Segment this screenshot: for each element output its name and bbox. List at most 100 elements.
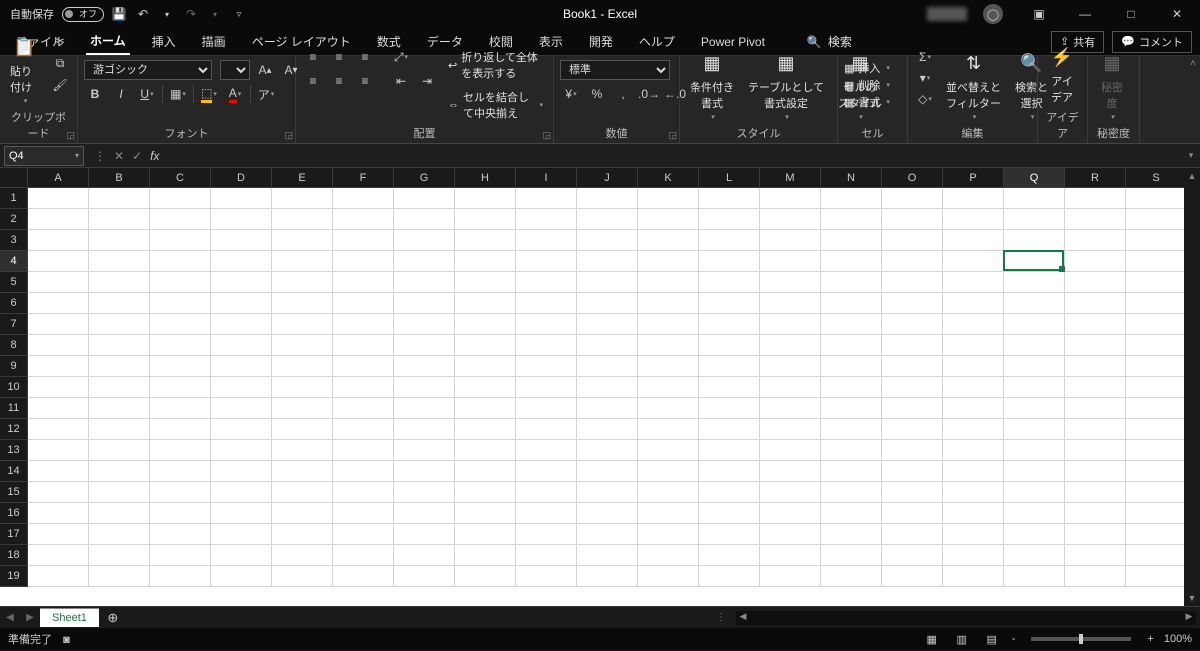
cell-F10[interactable] bbox=[333, 377, 394, 398]
cell-B16[interactable] bbox=[89, 503, 150, 524]
cell-K14[interactable] bbox=[638, 461, 699, 482]
cell-J9[interactable] bbox=[577, 356, 638, 377]
cell-E15[interactable] bbox=[272, 482, 333, 503]
cell-R6[interactable] bbox=[1065, 293, 1126, 314]
row-header-17[interactable]: 17 bbox=[0, 524, 28, 545]
cell-H12[interactable] bbox=[455, 419, 516, 440]
sort-filter-button[interactable]: ⇅並べ替えと フィルター▾ bbox=[942, 47, 1005, 123]
col-header-I[interactable]: I bbox=[516, 168, 577, 188]
cell-P1[interactable] bbox=[943, 188, 1004, 209]
cell-Q3[interactable] bbox=[1004, 230, 1065, 251]
font-name-select[interactable]: 游ゴシック bbox=[84, 60, 212, 80]
cell-H10[interactable] bbox=[455, 377, 516, 398]
cell-J4[interactable] bbox=[577, 251, 638, 272]
font-dialog-launcher[interactable]: ◲ bbox=[284, 130, 293, 141]
sheet-nav-prev[interactable]: ◀ bbox=[0, 612, 20, 623]
cell-G6[interactable] bbox=[394, 293, 455, 314]
cell-B19[interactable] bbox=[89, 566, 150, 587]
cell-R11[interactable] bbox=[1065, 398, 1126, 419]
cell-S6[interactable] bbox=[1126, 293, 1187, 314]
cell-P11[interactable] bbox=[943, 398, 1004, 419]
cell-F9[interactable] bbox=[333, 356, 394, 377]
cell-C14[interactable] bbox=[150, 461, 211, 482]
zoom-in-icon[interactable]: + bbox=[1147, 633, 1153, 645]
comma-format-icon[interactable]: , bbox=[612, 84, 634, 104]
cell-E7[interactable] bbox=[272, 314, 333, 335]
cell-Q19[interactable] bbox=[1004, 566, 1065, 587]
cell-C9[interactable] bbox=[150, 356, 211, 377]
cell-E14[interactable] bbox=[272, 461, 333, 482]
cell-K10[interactable] bbox=[638, 377, 699, 398]
cell-Q6[interactable] bbox=[1004, 293, 1065, 314]
cell-F3[interactable] bbox=[333, 230, 394, 251]
cell-D19[interactable] bbox=[211, 566, 272, 587]
cell-N7[interactable] bbox=[821, 314, 882, 335]
scroll-up-icon[interactable]: ▲ bbox=[1184, 168, 1200, 184]
cell-C13[interactable] bbox=[150, 440, 211, 461]
cell-D12[interactable] bbox=[211, 419, 272, 440]
cell-R19[interactable] bbox=[1065, 566, 1126, 587]
cell-P5[interactable] bbox=[943, 272, 1004, 293]
cell-S19[interactable] bbox=[1126, 566, 1187, 587]
cell-A12[interactable] bbox=[28, 419, 89, 440]
col-header-L[interactable]: L bbox=[699, 168, 760, 188]
col-header-C[interactable]: C bbox=[150, 168, 211, 188]
cell-S7[interactable] bbox=[1126, 314, 1187, 335]
horizontal-scrollbar[interactable]: ◀ ▶ bbox=[736, 611, 1196, 625]
cell-F5[interactable] bbox=[333, 272, 394, 293]
cell-L13[interactable] bbox=[699, 440, 760, 461]
normal-view-icon[interactable]: ▦ bbox=[922, 633, 942, 646]
cell-P17[interactable] bbox=[943, 524, 1004, 545]
cell-F17[interactable] bbox=[333, 524, 394, 545]
add-sheet-button[interactable]: ⊕ bbox=[99, 610, 127, 626]
cell-F4[interactable] bbox=[333, 251, 394, 272]
cell-G17[interactable] bbox=[394, 524, 455, 545]
cell-K8[interactable] bbox=[638, 335, 699, 356]
cell-D18[interactable] bbox=[211, 545, 272, 566]
cell-F16[interactable] bbox=[333, 503, 394, 524]
cell-J19[interactable] bbox=[577, 566, 638, 587]
cell-I7[interactable] bbox=[516, 314, 577, 335]
cell-E11[interactable] bbox=[272, 398, 333, 419]
cell-C2[interactable] bbox=[150, 209, 211, 230]
cell-E2[interactable] bbox=[272, 209, 333, 230]
zoom-level[interactable]: 100% bbox=[1164, 633, 1192, 645]
cell-Q5[interactable] bbox=[1004, 272, 1065, 293]
cell-R10[interactable] bbox=[1065, 377, 1126, 398]
wrap-text-button[interactable]: ↩折り返して全体を表示する bbox=[444, 47, 547, 83]
cell-N15[interactable] bbox=[821, 482, 882, 503]
cell-A11[interactable] bbox=[28, 398, 89, 419]
cell-B4[interactable] bbox=[89, 251, 150, 272]
cell-G1[interactable] bbox=[394, 188, 455, 209]
cell-N12[interactable] bbox=[821, 419, 882, 440]
cell-A13[interactable] bbox=[28, 440, 89, 461]
cell-S17[interactable] bbox=[1126, 524, 1187, 545]
cell-S15[interactable] bbox=[1126, 482, 1187, 503]
col-header-F[interactable]: F bbox=[333, 168, 394, 188]
cell-D10[interactable] bbox=[211, 377, 272, 398]
cell-N8[interactable] bbox=[821, 335, 882, 356]
cell-P16[interactable] bbox=[943, 503, 1004, 524]
cell-O12[interactable] bbox=[882, 419, 943, 440]
cell-K5[interactable] bbox=[638, 272, 699, 293]
cell-H14[interactable] bbox=[455, 461, 516, 482]
cell-R7[interactable] bbox=[1065, 314, 1126, 335]
cell-L8[interactable] bbox=[699, 335, 760, 356]
cell-R13[interactable] bbox=[1065, 440, 1126, 461]
cell-P3[interactable] bbox=[943, 230, 1004, 251]
cell-G11[interactable] bbox=[394, 398, 455, 419]
cell-Q14[interactable] bbox=[1004, 461, 1065, 482]
cell-K6[interactable] bbox=[638, 293, 699, 314]
cell-C1[interactable] bbox=[150, 188, 211, 209]
cell-D1[interactable] bbox=[211, 188, 272, 209]
cell-I15[interactable] bbox=[516, 482, 577, 503]
col-header-B[interactable]: B bbox=[89, 168, 150, 188]
conditional-format-button[interactable]: ▦条件付き 書式▾ bbox=[686, 47, 738, 123]
cell-L16[interactable] bbox=[699, 503, 760, 524]
cell-H9[interactable] bbox=[455, 356, 516, 377]
cell-B18[interactable] bbox=[89, 545, 150, 566]
cell-C16[interactable] bbox=[150, 503, 211, 524]
cell-G5[interactable] bbox=[394, 272, 455, 293]
cell-B2[interactable] bbox=[89, 209, 150, 230]
cell-B14[interactable] bbox=[89, 461, 150, 482]
